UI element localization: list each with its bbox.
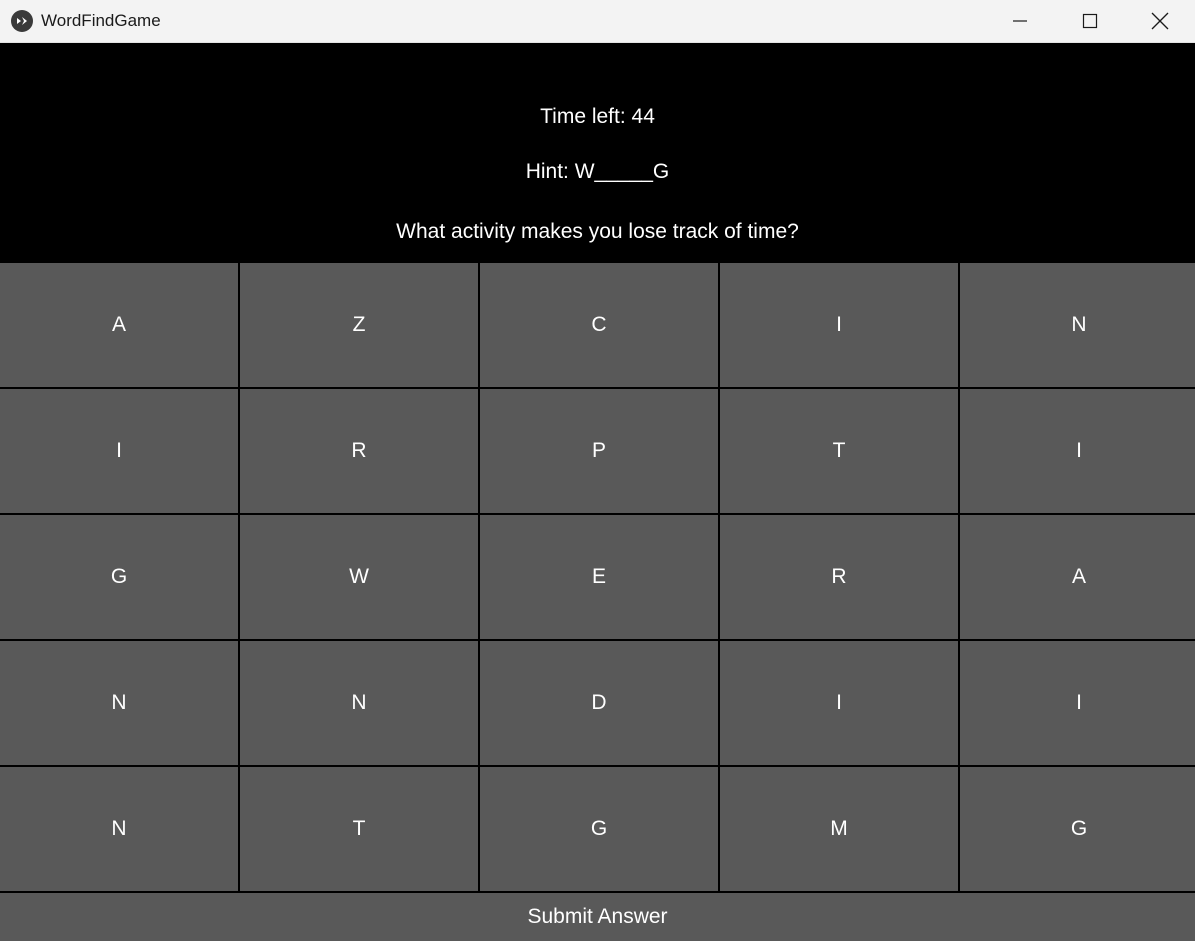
- minimize-icon: [1013, 20, 1027, 22]
- letter-tile[interactable]: P: [480, 389, 718, 513]
- hint-label: Hint: W_____G: [525, 160, 670, 183]
- letter-tile[interactable]: I: [960, 389, 1195, 513]
- letter-tile[interactable]: Z: [240, 263, 478, 387]
- letter-tile[interactable]: I: [0, 389, 238, 513]
- letter-tile[interactable]: G: [480, 767, 718, 891]
- letter-tile[interactable]: T: [720, 389, 958, 513]
- submit-answer-button[interactable]: Submit Answer: [0, 893, 1195, 941]
- app-window: WordFindGame Time left: 44 Hint: W_____G…: [0, 0, 1195, 949]
- letter-tile[interactable]: T: [240, 767, 478, 891]
- letter-tile[interactable]: R: [240, 389, 478, 513]
- letter-tile[interactable]: M: [720, 767, 958, 891]
- kivy-logo-icon: [11, 10, 33, 32]
- window-controls: [985, 0, 1195, 42]
- letter-tile[interactable]: I: [960, 641, 1195, 765]
- letter-tile[interactable]: I: [720, 263, 958, 387]
- close-icon: [1151, 12, 1169, 30]
- letter-tile[interactable]: N: [0, 641, 238, 765]
- question-label: What activity makes you lose track of ti…: [396, 220, 799, 243]
- letter-tile[interactable]: A: [960, 515, 1195, 639]
- letter-tile[interactable]: E: [480, 515, 718, 639]
- close-button[interactable]: [1125, 0, 1195, 42]
- letter-tile[interactable]: A: [0, 263, 238, 387]
- letter-tile[interactable]: N: [240, 641, 478, 765]
- letter-tile[interactable]: D: [480, 641, 718, 765]
- letter-tile[interactable]: W: [240, 515, 478, 639]
- time-left-label: Time left: 44: [540, 105, 655, 128]
- letter-tile[interactable]: C: [480, 263, 718, 387]
- window-title: WordFindGame: [41, 11, 161, 30]
- letter-grid: AZCINIRPTIGWERANNDIINTGMG: [0, 263, 1195, 891]
- letter-tile[interactable]: N: [0, 767, 238, 891]
- maximize-button[interactable]: [1055, 0, 1125, 42]
- letter-tile[interactable]: N: [960, 263, 1195, 387]
- minimize-button[interactable]: [985, 0, 1055, 42]
- letter-tile[interactable]: G: [0, 515, 238, 639]
- letter-tile[interactable]: G: [960, 767, 1195, 891]
- letter-tile[interactable]: R: [720, 515, 958, 639]
- bottom-edge: [0, 941, 1195, 949]
- game-header: Time left: 44 Hint: W_____G What activit…: [0, 43, 1195, 263]
- maximize-icon: [1082, 13, 1098, 29]
- letter-tile[interactable]: I: [720, 641, 958, 765]
- title-bar: WordFindGame: [0, 0, 1195, 43]
